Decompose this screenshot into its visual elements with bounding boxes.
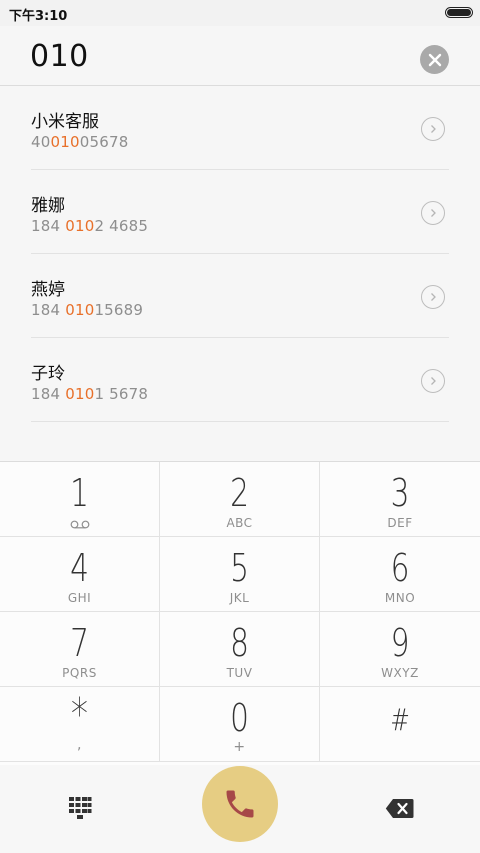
key-digit: 2 xyxy=(230,471,249,515)
key-8[interactable]: 8 TUV xyxy=(160,612,320,687)
result-row[interactable]: 子玲 184 0101 5678 xyxy=(31,339,449,422)
clear-input-button[interactable] xyxy=(420,45,449,74)
result-row[interactable]: 雅娜 184 0102 4685 xyxy=(31,171,449,254)
key-star[interactable]: * , xyxy=(0,687,160,762)
contact-detail-button[interactable] xyxy=(421,285,445,309)
contact-name: 小米客服 xyxy=(31,112,99,132)
key-9[interactable]: 9 WXYZ xyxy=(320,612,480,687)
key-letters: ABC xyxy=(226,516,253,530)
key-letters: TUV xyxy=(226,666,253,680)
key-letters: + xyxy=(233,739,246,755)
chevron-right-icon xyxy=(431,293,436,301)
contact-number: 184 0102 4685 xyxy=(31,217,149,235)
status-bar: 下午3:10 xyxy=(0,0,480,26)
call-button[interactable] xyxy=(202,766,278,842)
voicemail-icon xyxy=(70,520,90,529)
backspace-icon[interactable] xyxy=(385,798,414,819)
key-4[interactable]: 4 GHI xyxy=(0,537,160,612)
key-2[interactable]: 2 ABC xyxy=(160,462,320,537)
key-7[interactable]: 7 PQRS xyxy=(0,612,160,687)
contact-name: 燕婷 xyxy=(31,280,65,300)
dialpad-icon[interactable] xyxy=(68,796,92,820)
dial-input[interactable]: 010 xyxy=(30,39,89,74)
contact-detail-button[interactable] xyxy=(421,117,445,141)
search-results-list: 小米客服 4001005678 雅娜 184 0102 4685 燕婷 184 … xyxy=(0,87,480,461)
key-hash[interactable]: # xyxy=(320,687,480,762)
key-1[interactable]: 1 xyxy=(0,462,160,537)
battery-icon xyxy=(445,7,473,18)
phone-icon xyxy=(226,790,254,818)
contact-name: 雅娜 xyxy=(31,196,65,216)
result-row[interactable]: 小米客服 4001005678 xyxy=(31,87,449,170)
key-digit: 5 xyxy=(230,546,249,590)
key-digit: # xyxy=(390,703,410,738)
key-letters: PQRS xyxy=(62,666,97,680)
status-time: 下午3:10 xyxy=(9,9,68,24)
contact-number: 184 01015689 xyxy=(31,301,144,319)
key-digit: 9 xyxy=(390,621,410,665)
contact-number: 4001005678 xyxy=(31,133,129,151)
chevron-right-icon xyxy=(431,377,436,385)
dial-input-bar: 010 xyxy=(0,26,480,86)
contact-detail-button[interactable] xyxy=(421,201,445,225)
key-digit: 4 xyxy=(70,546,89,590)
contact-number: 184 0101 5678 xyxy=(31,385,149,403)
key-letters: , xyxy=(77,737,82,753)
key-digit: 7 xyxy=(70,621,89,665)
key-letters: MNO xyxy=(384,591,416,605)
contact-detail-button[interactable] xyxy=(421,369,445,393)
chevron-right-icon xyxy=(431,125,436,133)
key-digit: 1 xyxy=(70,471,89,515)
key-digit: 3 xyxy=(390,471,410,515)
key-digit: 0 xyxy=(230,696,249,740)
key-digit: 8 xyxy=(230,621,249,665)
key-letters: JKL xyxy=(229,591,250,605)
result-row[interactable]: 燕婷 184 01015689 xyxy=(31,255,449,338)
bottom-action-bar xyxy=(0,765,480,853)
contact-name: 子玲 xyxy=(31,364,65,384)
key-letters: WXYZ xyxy=(381,666,419,680)
chevron-right-icon xyxy=(431,209,436,217)
key-6[interactable]: 6 MNO xyxy=(320,537,480,612)
dial-keypad: 1 2 ABC 3 DEF 4 GHI 5 JKL 6 MNO 7 PQRS 8… xyxy=(0,461,480,765)
key-letters: DEF xyxy=(387,516,413,530)
key-digit: 6 xyxy=(390,546,410,590)
key-0[interactable]: 0 + xyxy=(160,687,320,762)
close-icon xyxy=(428,53,441,66)
key-3[interactable]: 3 DEF xyxy=(320,462,480,537)
key-5[interactable]: 5 JKL xyxy=(160,537,320,612)
key-letters: GHI xyxy=(67,591,92,605)
key-digit: * xyxy=(70,689,89,740)
